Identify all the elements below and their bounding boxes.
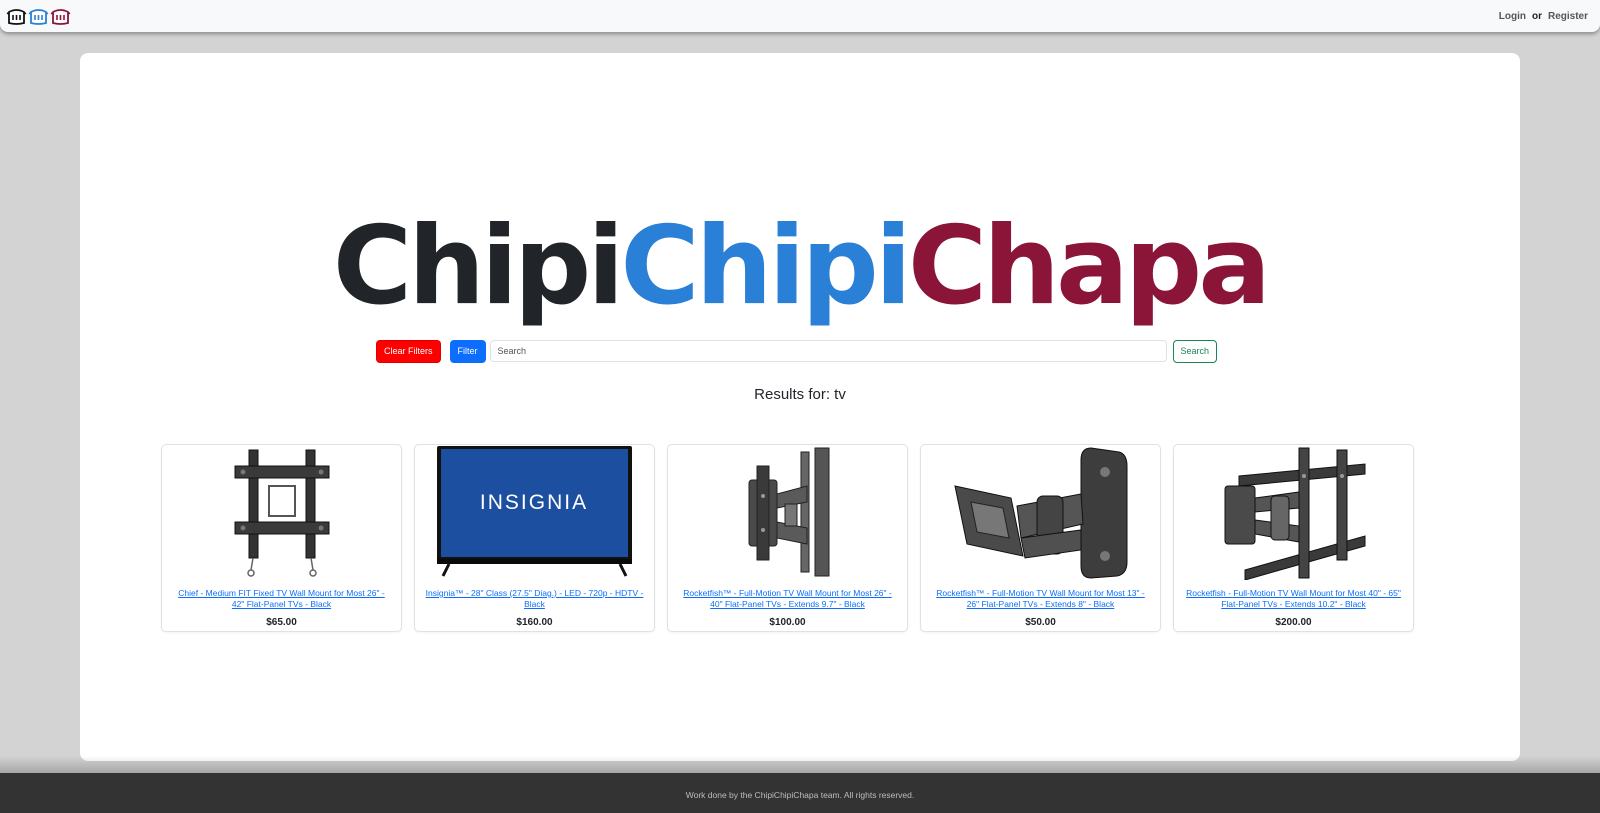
site-logo[interactable] [6,4,71,28]
brand-word-3: Chapa [907,204,1271,329]
pot-icon-blue [28,9,49,25]
search-input[interactable] [489,340,1167,362]
product-name-link[interactable]: Chief - Medium FIT Fixed TV Wall Mount f… [172,588,391,609]
register-link[interactable]: Register [1548,11,1588,22]
product-name-link[interactable]: Rocketfish™ - Full-Motion TV Wall Mount … [678,588,897,609]
pot-icon-black [6,9,27,25]
pot-icon-maroon [50,9,71,25]
search-button[interactable]: Search [1172,339,1218,363]
large-full-motion-mount-image[interactable] [1182,446,1405,580]
login-link[interactable]: Login [1499,11,1526,22]
product-card[interactable]: Chief - Medium FIT Fixed TV Wall Mount f… [161,444,402,632]
auth-links: Login or Register [1499,11,1588,22]
product-name-link[interactable]: Rocketfish™ - Full-Motion TV Wall Mount … [931,588,1150,609]
footer: Work done by the ChipiChipiChapa team. A… [0,773,1600,813]
product-card[interactable]: Rocketfish™ - Full-Motion TV Wall Mount … [667,444,908,632]
search-bar: Clear Filters Filter Search [376,338,1220,364]
top-navbar: Login or Register [0,0,1600,32]
product-card[interactable]: INSIGNIA Insignia™ - 28" Class (27.5" Di… [414,444,655,632]
product-card[interactable]: Rocketfish - Full-Motion TV Wall Mount f… [1173,444,1414,632]
product-price: $200.00 [1275,617,1312,628]
tv-screen-brand: INSIGNIA [480,491,588,514]
product-price: $50.00 [1025,617,1056,628]
product-price: $100.00 [769,617,806,628]
brand-word-2: Chipi [620,204,911,329]
footer-text: Work done by the ChipiChipiChapa team. A… [685,790,915,800]
product-price: $160.00 [516,617,553,628]
product-grid: Chief - Medium FIT Fixed TV Wall Mount f… [161,444,1415,632]
or-separator: or [1531,10,1542,22]
clear-filters-button[interactable]: Clear Filters [376,339,441,363]
full-motion-mount-image[interactable] [676,446,899,580]
fixed-wall-mount-image[interactable] [170,446,393,580]
brand-title: ChipiChipiChapa [80,213,1520,321]
product-price: $65.00 [266,617,297,628]
filter-button[interactable]: Filter [449,339,486,363]
brand-word-1: Chipi [332,204,624,329]
product-name-link[interactable]: Insignia™ - 28" Class (27.5" Diag.) - LE… [425,588,644,609]
results-title: Results for: tv [754,386,846,403]
product-card[interactable]: Rocketfish™ - Full-Motion TV Wall Mount … [920,444,1161,632]
main-content-card: ChipiChipiChapa Clear Filters Filter Sea… [80,53,1520,761]
articulating-mount-image[interactable] [929,446,1152,580]
insignia-tv-image[interactable]: INSIGNIA [423,446,646,580]
product-name-link[interactable]: Rocketfish - Full-Motion TV Wall Mount f… [1184,588,1403,609]
